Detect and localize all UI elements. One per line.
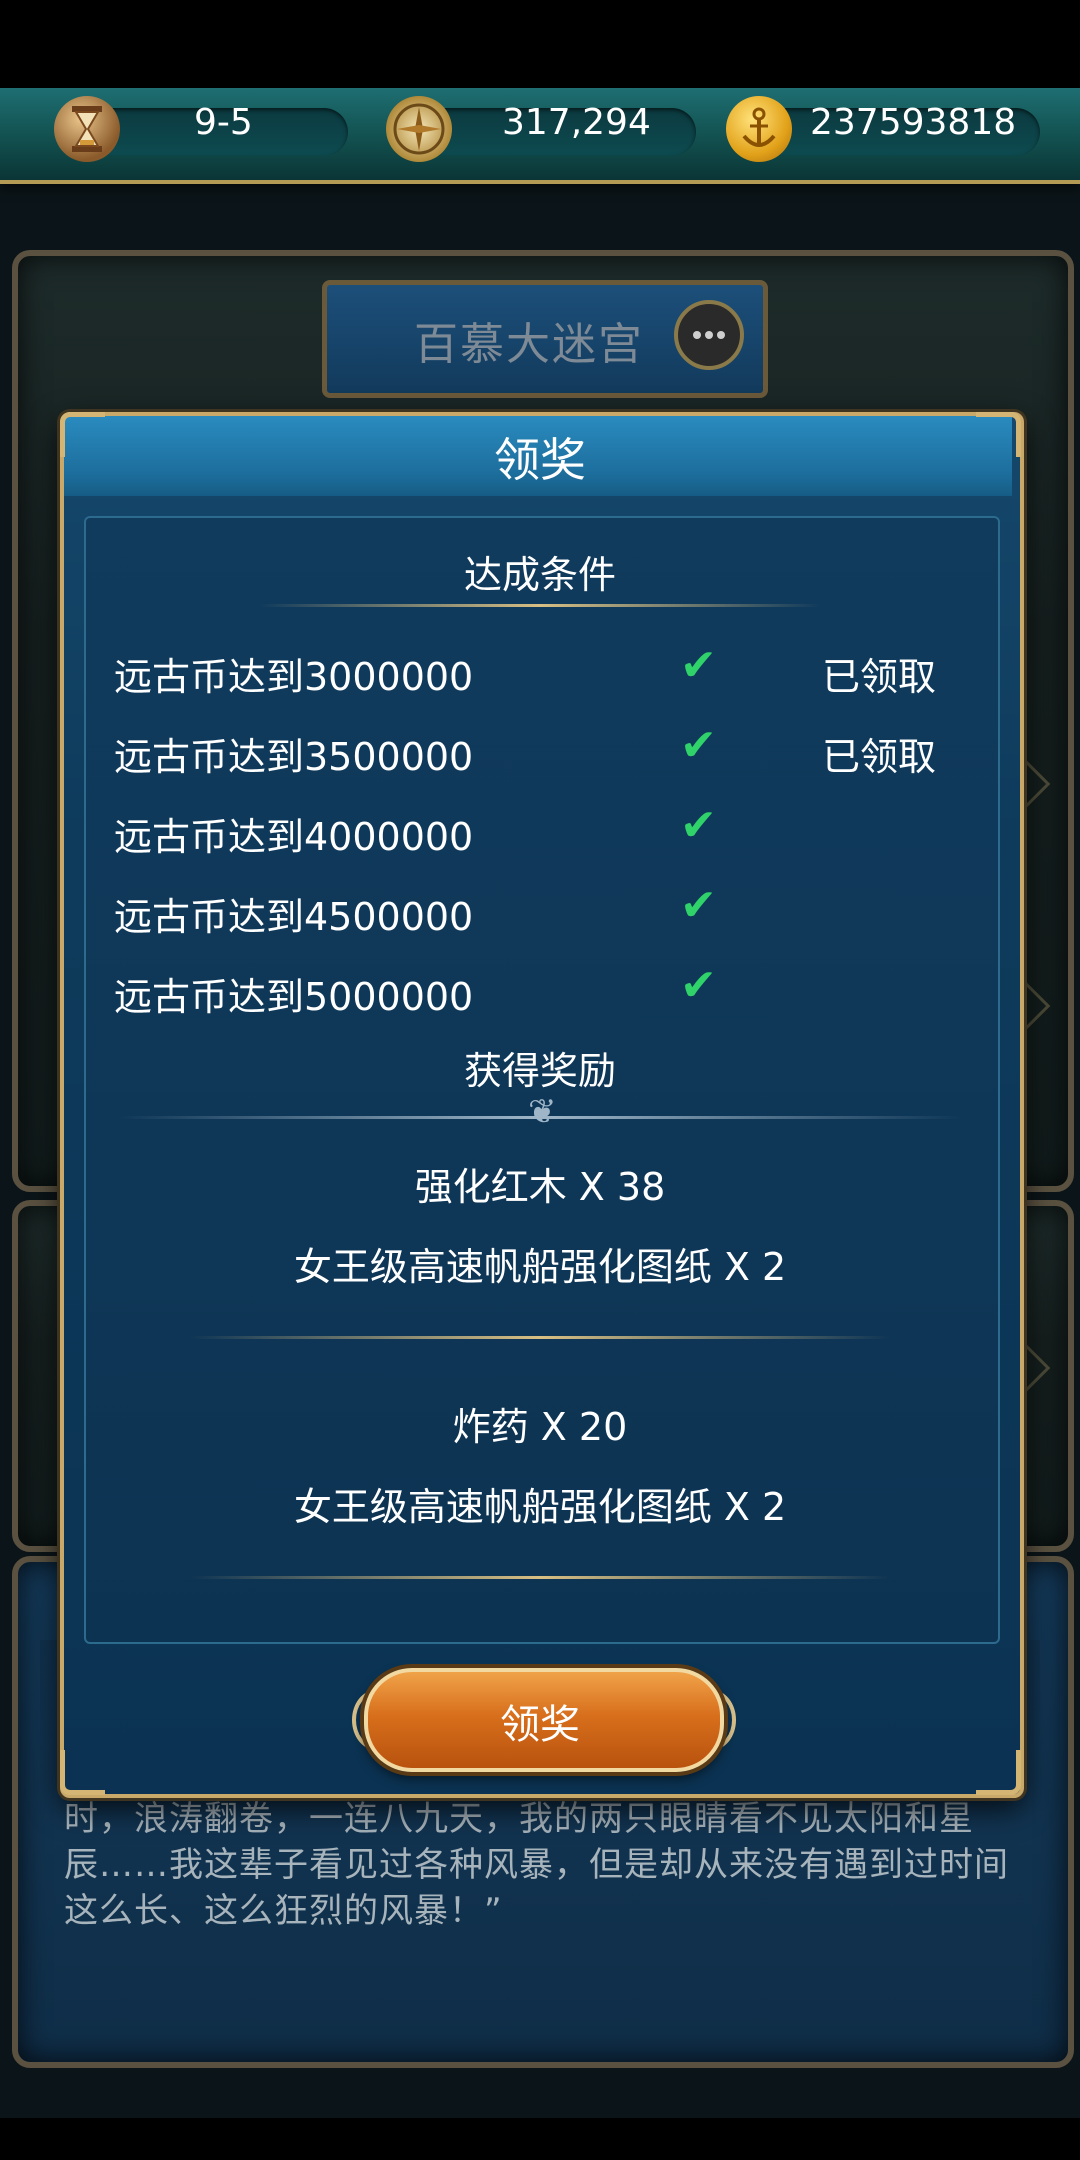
checkmark-icon: ✔ (680, 720, 717, 771)
checkmark-icon: ✔ (680, 960, 717, 1011)
corner-ornament-br (976, 1750, 1021, 1795)
resource-bar: 9-5 317,294 237593818 (0, 88, 1080, 184)
reward-group-divider (190, 1576, 890, 1579)
condition-label: 远古币达到3500000 (114, 735, 474, 779)
chat-icon[interactable] (674, 300, 744, 370)
fleur-ornament-icon: ❦ (528, 1092, 557, 1132)
rewards-title: 获得奖励 (463, 1049, 616, 1093)
condition-label: 远古币达到4000000 (114, 815, 474, 859)
stage-value: 9-5 (194, 102, 253, 143)
claim-button-label: 领奖 (500, 1702, 580, 1748)
compass-icon (386, 96, 452, 162)
conditions-title: 达成条件 (463, 553, 616, 597)
reward-item: 炸药 X 20 (452, 1405, 628, 1449)
compass-value: 317,294 (502, 102, 651, 143)
reward-group-divider (190, 1336, 890, 1339)
condition-status: 已领取 (822, 655, 937, 699)
condition-label: 远古币达到4500000 (114, 895, 474, 939)
anchor-coin-icon (726, 96, 792, 162)
coins-value: 237593818 (810, 102, 1017, 143)
corner-ornament-tr (976, 412, 1021, 457)
reward-item: 女王级高速帆船强化图纸 X 2 (293, 1485, 787, 1529)
background-title: 百慕大迷宫 (414, 319, 644, 370)
hourglass-icon (54, 96, 120, 162)
condition-label: 远古币达到5000000 (114, 975, 474, 1019)
reward-item: 强化红木 X 38 (414, 1165, 666, 1209)
conditions-divider (260, 604, 820, 607)
navigation-bar (0, 2118, 1080, 2160)
condition-label: 远古币达到3000000 (114, 655, 474, 699)
reward-item: 女王级高速帆船强化图纸 X 2 (293, 1245, 787, 1289)
checkmark-icon: ✔ (680, 800, 717, 851)
checkmark-icon: ✔ (680, 640, 717, 691)
dialog-title: 领奖 (494, 433, 586, 487)
condition-status: 已领取 (822, 735, 937, 779)
checkmark-icon: ✔ (680, 880, 717, 931)
corner-ornament-tl (60, 412, 105, 457)
status-bar (0, 0, 1080, 88)
corner-ornament-bl (60, 1750, 105, 1795)
